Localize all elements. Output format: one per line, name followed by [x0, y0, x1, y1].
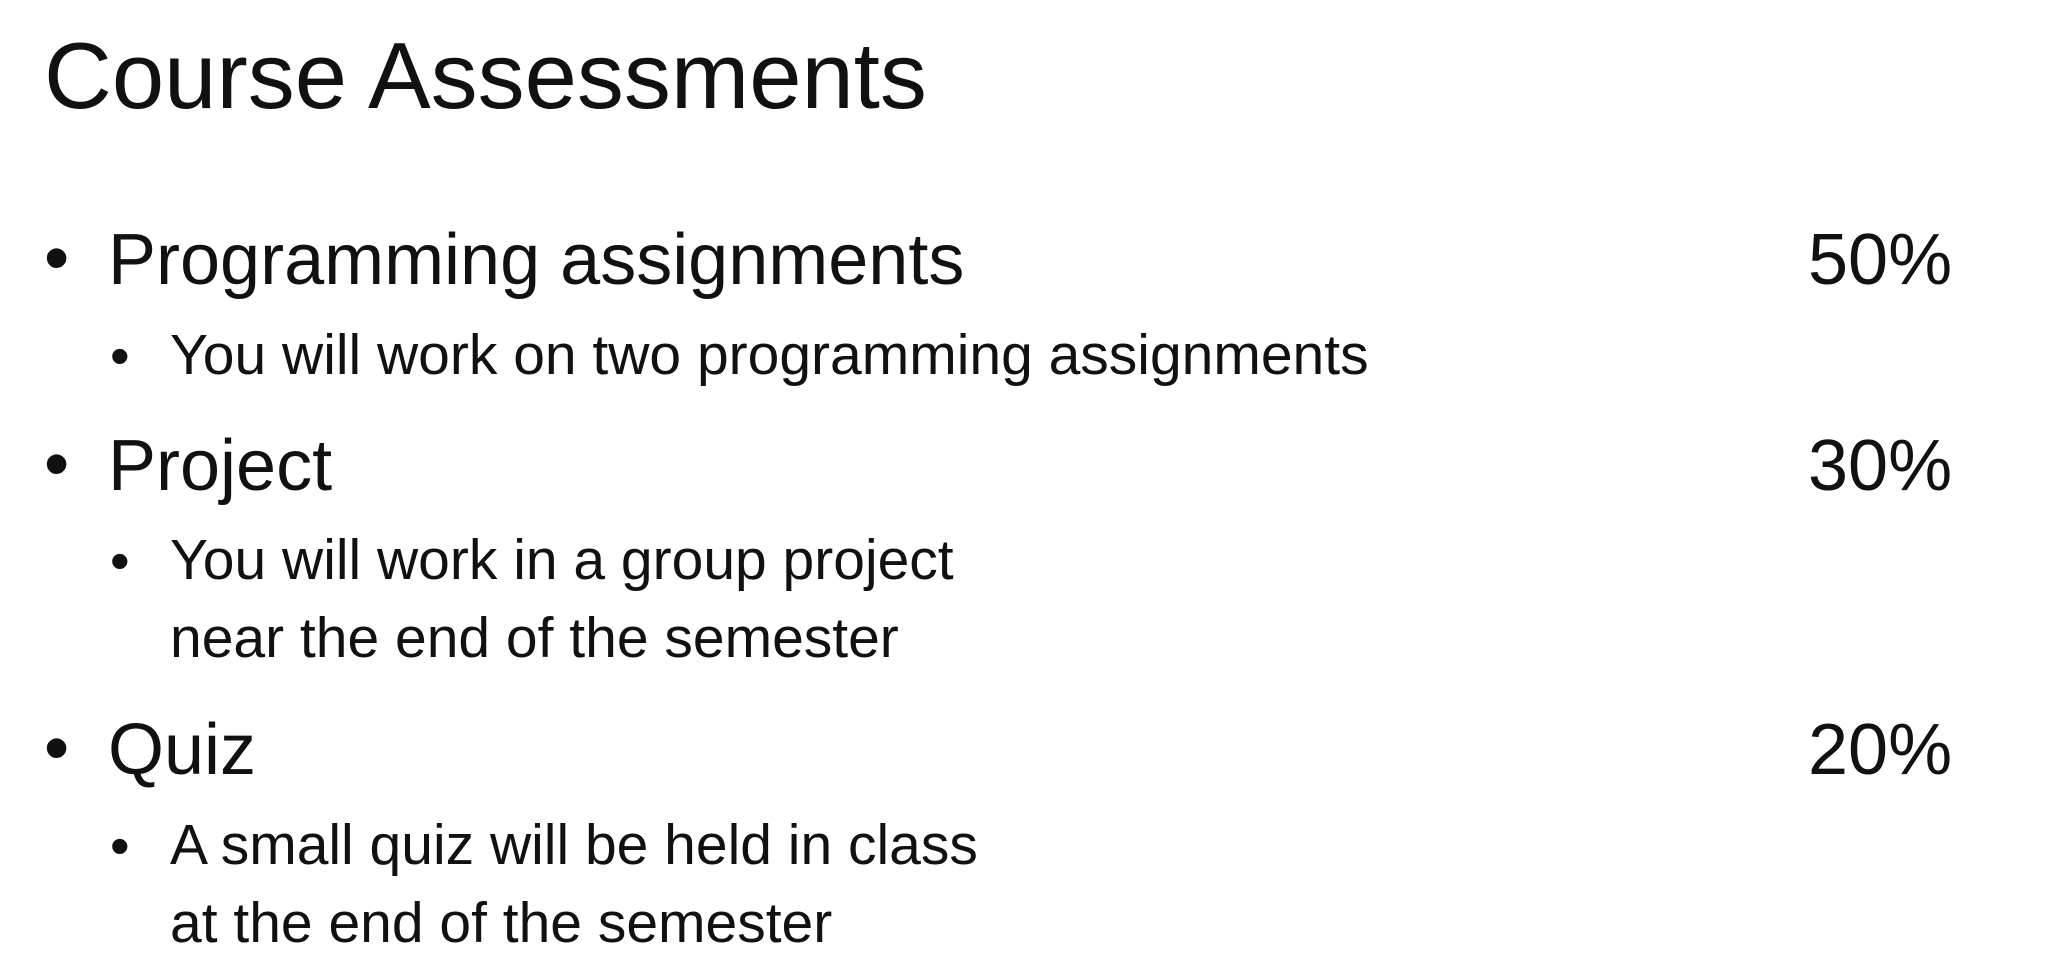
sub-bullet-icon: • — [110, 529, 130, 592]
assessment-label: Programming assignments — [108, 220, 965, 300]
sub-bullet-icon: • — [110, 814, 130, 877]
assessment-label: Quiz — [108, 710, 257, 790]
assessment-label: Project — [108, 426, 333, 506]
assessment-detail: You will work in a group project near th… — [170, 528, 954, 670]
assessment-weight: 30% — [1808, 426, 1953, 506]
slide-title: Course Assessments — [44, 23, 927, 128]
bullet-icon: • — [44, 424, 70, 504]
bullet-icon: • — [44, 218, 70, 298]
sub-bullet-icon: • — [110, 324, 130, 387]
bullet-icon: • — [44, 708, 70, 788]
assessment-detail: A small quiz will be held in class at th… — [170, 813, 978, 955]
assessment-weight: 20% — [1808, 710, 1953, 790]
assessment-detail: You will work on two programming assignm… — [170, 323, 1369, 387]
assessment-weight: 50% — [1808, 220, 1953, 300]
